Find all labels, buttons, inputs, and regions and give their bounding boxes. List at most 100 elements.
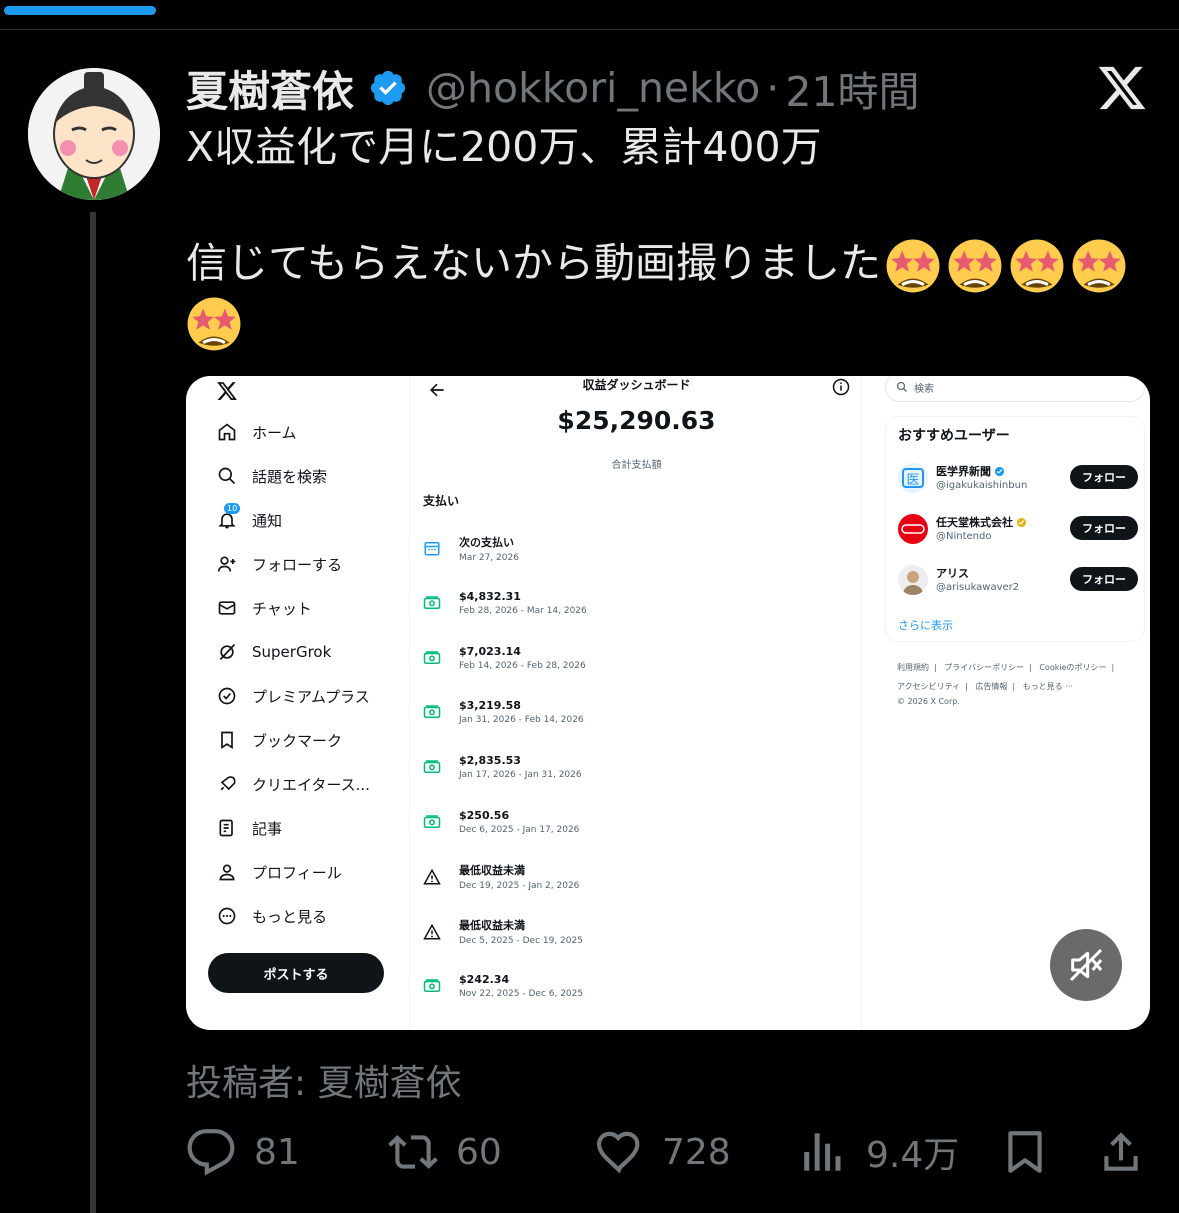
nav-item-label: ブックマーク [252,731,343,750]
user-avatar[interactable]: 医 [898,463,928,493]
nav-item-label: プロフィール [252,863,342,882]
analytics-icon [804,1133,841,1171]
nav-item[interactable]: クリエイタース... [216,770,370,798]
payment-row[interactable]: 最低収益未満 Dec 5, 2025 - Dec 19, 2025 [423,912,583,952]
nav-item[interactable]: ブックマーク [216,726,342,754]
footer-privacy[interactable]: プライバシーポリシー [944,663,1024,672]
recommended-user[interactable]: 医 医学界新聞 @igakukaishinbun フォロー [898,459,1138,499]
tweet-media-video[interactable]: ホーム話題を検索 10 通知フォローする チャット SuperGrok プレミアムプラスブ… [186,376,1150,1030]
tweet-text: X収益化で月に200万、累計400万 信じてもらえないから動画撮りました [186,118,1161,351]
search-icon [896,381,907,392]
nav-item-label: フォローする [252,555,343,574]
follow-button[interactable]: フォロー [1070,516,1138,540]
x-logo-icon[interactable] [1096,62,1148,114]
footer-accessibility[interactable]: アクセシビリティ [897,682,960,691]
follow-button[interactable]: フォロー [1070,465,1138,489]
payment-amount: 次の支払い [459,535,514,549]
verified-badge-icon [994,466,1005,476]
like-count: 728 [662,1131,731,1173]
author-display-name[interactable]: 夏樹蒼依 [186,58,354,119]
nav-item[interactable]: もっと見る [216,902,327,930]
info-icon[interactable] [832,378,850,396]
author-handle[interactable]: @hokkori_nekko [426,64,760,112]
verified-badge-icon[interactable] [368,68,408,108]
payment-period: Dec 5, 2025 - Dec 19, 2025 [459,936,583,947]
nav-item[interactable]: プロフィール [216,858,342,886]
bookmark-button[interactable] [1000,1122,1068,1182]
payment-row[interactable]: $242.34 Nov 22, 2025 - Dec 6, 2025 [423,966,583,1006]
nav-item-label: もっと見る [252,907,328,926]
nav-item-label: SuperGrok [252,643,332,661]
money-icon [423,815,441,828]
payment-period: Jan 17, 2026 - Jan 31, 2026 [459,770,582,781]
nav-item-label: 記事 [252,819,283,838]
show-more-link[interactable]: さらに表示 [898,617,953,633]
warning-icon [423,868,441,885]
payment-amount: $250.56 [459,809,510,822]
nav-item[interactable]: 話題を検索 [216,462,327,490]
repost-count: 60 [456,1131,502,1173]
nav-item[interactable]: 10 通知 [216,503,282,534]
search-icon [216,465,238,487]
total-payout-amount: $25,290.63 [557,406,716,435]
home-icon [216,421,238,443]
payment-row[interactable]: 最低収益未満 Dec 19, 2025 - Jan 2, 2026 [423,857,579,897]
user-name: 医学界新聞 [936,465,991,478]
payment-row[interactable]: $3,219.58 Jan 31, 2026 - Feb 14, 2026 [423,692,584,732]
footer-links: 利用規約 | プライバシーポリシー | Cookieのポリシー | アクセシビリティ |… [897,663,1115,706]
footer-more[interactable]: もっと見る ··· [1023,682,1073,691]
recommended-user[interactable]: 任天堂株式会社 @Nintendo フォロー [898,510,1138,550]
thread-line [90,212,96,1213]
payment-row[interactable]: 次の支払い Mar 27, 2026 [423,528,519,568]
user-handle: @arisukawaver2 [936,582,1020,593]
media-attribution[interactable]: 投稿者: 夏樹蒼依 [186,1054,462,1106]
payment-period: Jan 31, 2026 - Feb 14, 2026 [459,715,584,726]
nav-item-label: チャット [252,599,312,618]
footer-ads[interactable]: 広告情報 [975,682,1007,691]
video-progress-track[interactable] [0,0,1179,30]
mute-button[interactable] [1050,929,1122,1001]
muted-speaker-icon [1069,948,1103,982]
recommended-user[interactable]: アリス @arisukawaver2 フォロー [898,561,1138,601]
money-icon [423,760,441,774]
payment-row[interactable]: $2,835.53 Jan 17, 2026 - Jan 31, 2026 [423,747,582,787]
tweet-line-3 [186,292,1161,351]
samurai-avatar-icon [28,68,160,200]
search-placeholder: 検索 [914,383,934,395]
payment-amount: 最低収益未満 [459,864,525,878]
money-icon [423,650,441,664]
nav-item[interactable]: フォローする [216,550,342,578]
star-struck-emoji-icon [1072,239,1126,293]
like-button[interactable]: 728 [594,1122,731,1182]
reply-count: 81 [254,1131,300,1173]
search-input[interactable]: 検索 [885,376,1145,402]
payment-row[interactable]: $4,832.31 Feb 28, 2026 - Mar 14, 2026 [423,583,587,623]
nav-item[interactable]: ホーム [216,418,297,446]
nav-item[interactable]: プレミアムプラス [216,682,370,710]
views-button[interactable]: 9.4万 [798,1122,959,1182]
more-icon [216,905,238,927]
nav-item[interactable]: 記事 [216,814,282,842]
money-icon [423,705,441,719]
footer-cookie[interactable]: Cookieのポリシー [1039,663,1106,672]
tweet-timestamp[interactable]: 21時間 [785,58,919,118]
payment-amount: $3,219.58 [459,699,521,713]
payment-row[interactable]: $250.56 Dec 6, 2025 - Jan 17, 2026 [423,802,579,842]
post-button[interactable]: ポストする [208,953,384,993]
share-button[interactable] [1096,1122,1164,1182]
payment-amount: $7,023.14 [459,644,521,658]
user-name: アリス [936,567,969,580]
nav-item[interactable]: SuperGrok [216,638,331,666]
payments-heading: 支払い [423,494,460,508]
nav-item-label: クリエイタース... [252,775,370,794]
nav-item[interactable]: チャット [216,594,312,622]
user-avatar[interactable] [898,565,928,595]
repost-button[interactable]: 60 [388,1122,502,1182]
author-avatar[interactable] [28,68,160,200]
footer-terms[interactable]: 利用規約 [897,663,929,672]
tweet-header: 夏樹蒼依 @hokkori_nekko · 21時間 [186,58,919,118]
reply-button[interactable]: 81 [186,1122,300,1182]
payment-row[interactable]: $7,023.14 Feb 14, 2026 - Feb 28, 2026 [423,638,586,678]
user-avatar[interactable] [898,514,928,544]
follow-button[interactable]: フォロー [1070,567,1138,591]
